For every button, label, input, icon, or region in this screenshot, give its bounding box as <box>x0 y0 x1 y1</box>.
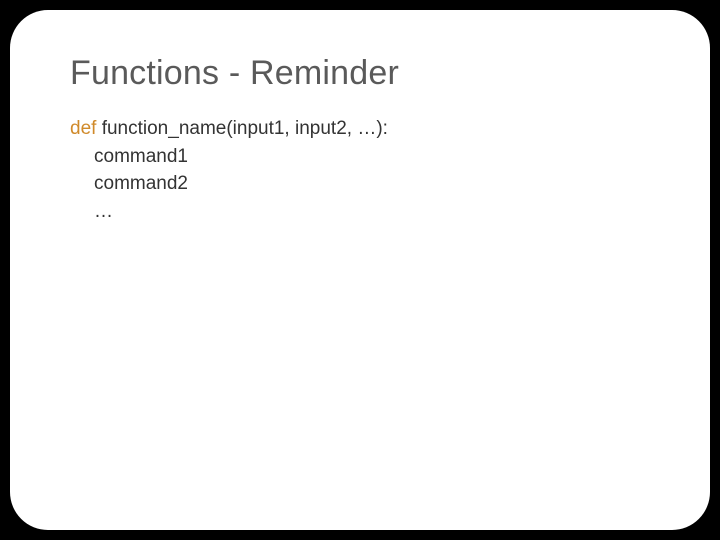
code-body-1: command2 <box>94 173 188 194</box>
signature-rest: function_name(input1, input2, …): <box>96 118 388 139</box>
code-line-body: … <box>70 198 650 226</box>
code-body-0: command1 <box>94 146 188 167</box>
code-line-def: def function_name(input1, input2, …): <box>70 115 650 143</box>
slide-title: Functions - Reminder <box>70 54 650 93</box>
code-body-2: … <box>94 201 113 222</box>
code-block: def function_name(input1, input2, …): co… <box>70 115 650 225</box>
code-line-body: command2 <box>70 170 650 198</box>
keyword-def: def <box>70 118 96 139</box>
slide-container: Functions - Reminder def function_name(i… <box>10 10 710 530</box>
code-line-body: command1 <box>70 143 650 171</box>
